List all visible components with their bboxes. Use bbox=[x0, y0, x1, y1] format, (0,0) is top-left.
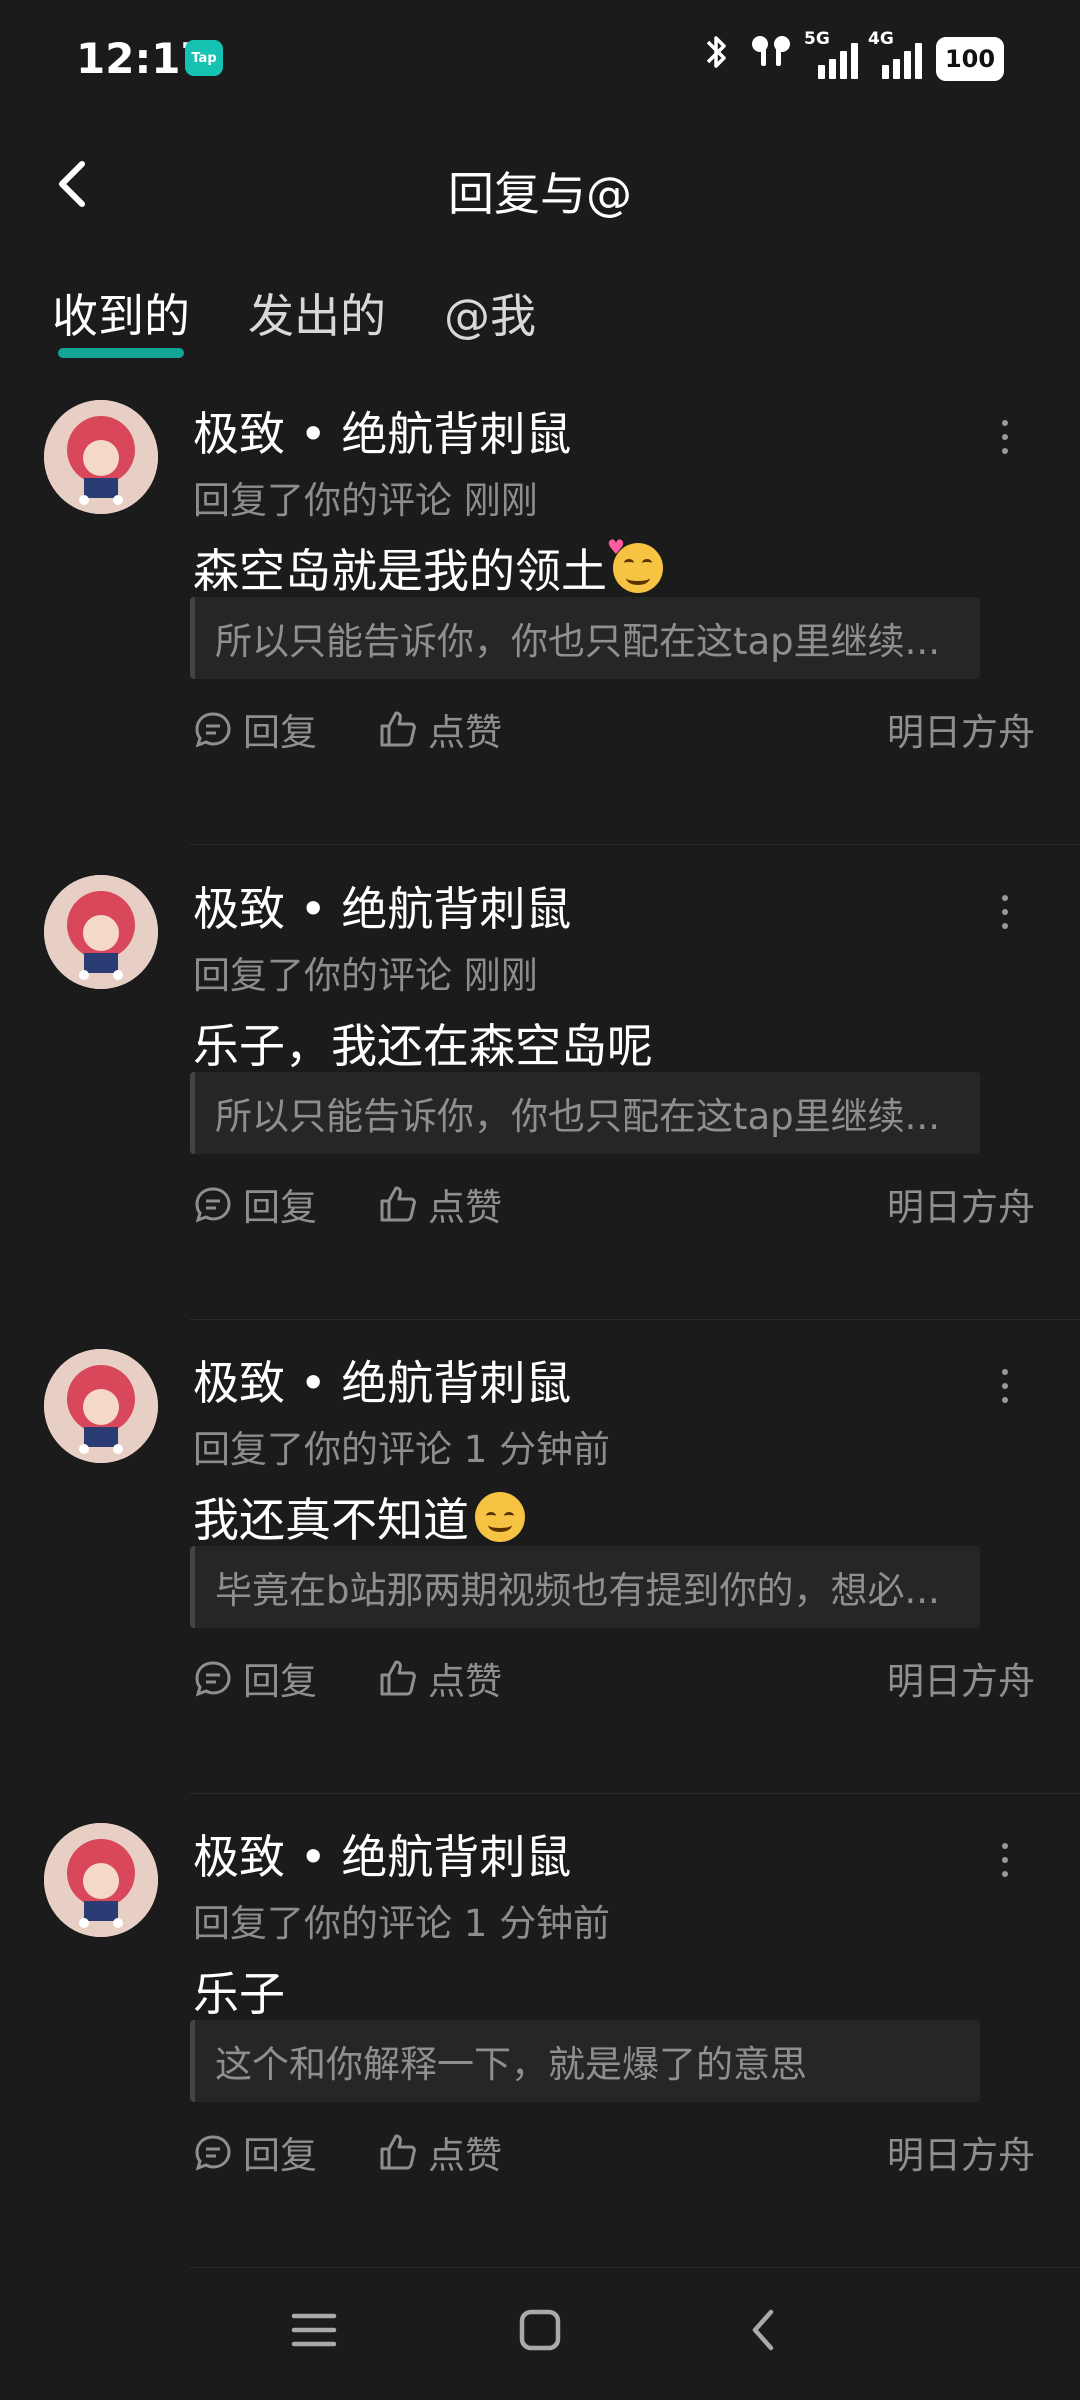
battery-icon: 100 bbox=[936, 37, 1004, 81]
like-button[interactable]: 点赞 bbox=[378, 1651, 502, 1705]
like-button[interactable]: 点赞 bbox=[378, 2125, 502, 2179]
action-row: 回复 点赞 明日方舟 bbox=[193, 1639, 1035, 1709]
username[interactable]: 极致 • 绝航背刺鼠 bbox=[193, 398, 571, 464]
action-row: 回复 点赞 明日方舟 bbox=[193, 2113, 1035, 2183]
menu-icon[interactable] bbox=[284, 2300, 344, 2360]
reply-meta: 回复了你的评论 刚刚 bbox=[193, 954, 538, 997]
tab-sent[interactable]: 发出的 bbox=[248, 280, 386, 350]
signal-5g-icon: 5G bbox=[804, 29, 858, 79]
like-button[interactable]: 点赞 bbox=[378, 1177, 502, 1231]
quoted-comment[interactable]: 毕竟在b站那两期视频也有提到你的，想必... bbox=[190, 1546, 980, 1628]
thumbs-up-icon bbox=[380, 711, 416, 747]
savoring-face-emoji: ♥ bbox=[607, 535, 663, 593]
more-vertical-icon[interactable] bbox=[995, 895, 1015, 935]
reply-button[interactable]: 回复 bbox=[193, 1177, 317, 1231]
like-button[interactable]: 点赞 bbox=[378, 702, 502, 756]
more-vertical-icon[interactable] bbox=[995, 1843, 1015, 1883]
back-chevron-icon[interactable] bbox=[735, 2300, 795, 2360]
system-navigation-bar bbox=[0, 2260, 1080, 2400]
username[interactable]: 极致 • 绝航背刺鼠 bbox=[193, 873, 571, 939]
tab-received[interactable]: 收到的 bbox=[52, 280, 190, 358]
active-tab-indicator bbox=[58, 348, 184, 358]
username[interactable]: 极致 • 绝航背刺鼠 bbox=[193, 1821, 571, 1887]
avatar[interactable] bbox=[44, 1823, 158, 1937]
status-bar: 12:17 Tap 5G 4G 100 bbox=[0, 0, 1080, 118]
reply-button[interactable]: 回复 bbox=[193, 1651, 317, 1705]
reply-meta: 回复了你的评论 刚刚 bbox=[193, 479, 538, 522]
smirking-face-emoji bbox=[475, 1492, 525, 1542]
quoted-comment[interactable]: 所以只能告诉你，你也只配在这tap里继续... bbox=[190, 1072, 980, 1154]
tab-mentions[interactable]: @我 bbox=[444, 280, 536, 350]
game-source[interactable]: 明日方舟 bbox=[887, 1651, 1035, 1705]
comment-content[interactable]: 乐子，我还在森空岛呢 bbox=[193, 1010, 653, 1076]
notification-item[interactable]: 极致 • 绝航背刺鼠 回复了你的评论 刚刚 森空岛就是我的领土 ♥ 所以只能告诉… bbox=[0, 370, 1080, 845]
quoted-comment[interactable]: 这个和你解释一下，就是爆了的意思 bbox=[190, 2020, 980, 2102]
reply-button[interactable]: 回复 bbox=[193, 2125, 317, 2179]
comment-icon bbox=[195, 1661, 231, 1697]
avatar[interactable] bbox=[44, 1349, 158, 1463]
home-square-icon[interactable] bbox=[510, 2300, 570, 2360]
game-source[interactable]: 明日方舟 bbox=[887, 702, 1035, 756]
comment-icon bbox=[195, 712, 231, 748]
bluetooth-icon bbox=[700, 32, 734, 86]
signal-4g-icon: 4G bbox=[868, 29, 922, 79]
comment-icon bbox=[195, 1187, 231, 1223]
page-title: 回复与@ bbox=[448, 167, 632, 221]
action-row: 回复 点赞 明日方舟 bbox=[193, 690, 1035, 760]
action-row: 回复 点赞 明日方舟 bbox=[193, 1165, 1035, 1235]
earbuds-icon bbox=[748, 32, 794, 86]
header: 回复与@ bbox=[0, 140, 1080, 230]
more-vertical-icon[interactable] bbox=[995, 420, 1015, 460]
comment-content[interactable]: 乐子 bbox=[193, 1958, 285, 2024]
quoted-comment[interactable]: 所以只能告诉你，你也只配在这tap里继续... bbox=[190, 597, 980, 679]
notification-item[interactable]: 极致 • 绝航背刺鼠 回复了你的评论 1 分钟前 乐子 这个和你解释一下，就是爆… bbox=[0, 1793, 1080, 2268]
comment-content[interactable]: 我还真不知道 bbox=[193, 1484, 525, 1550]
avatar[interactable] bbox=[44, 875, 158, 989]
thumbs-up-icon bbox=[380, 2134, 416, 2170]
comment-content[interactable]: 森空岛就是我的领土 ♥ bbox=[193, 535, 663, 601]
reply-meta: 回复了你的评论 1 分钟前 bbox=[193, 1902, 611, 1945]
more-vertical-icon[interactable] bbox=[995, 1369, 1015, 1409]
reply-meta: 回复了你的评论 1 分钟前 bbox=[193, 1428, 611, 1471]
avatar[interactable] bbox=[44, 400, 158, 514]
game-source[interactable]: 明日方舟 bbox=[887, 2125, 1035, 2179]
comment-icon bbox=[195, 2135, 231, 2171]
notification-item[interactable]: 极致 • 绝航背刺鼠 回复了你的评论 1 分钟前 我还真不知道 毕竟在b站那两期… bbox=[0, 1319, 1080, 1794]
thumbs-up-icon bbox=[380, 1660, 416, 1696]
notification-item[interactable]: 极致 • 绝航背刺鼠 回复了你的评论 刚刚 乐子，我还在森空岛呢 所以只能告诉你… bbox=[0, 845, 1080, 1320]
thumbs-up-icon bbox=[380, 1186, 416, 1222]
status-icons: 5G 4G 100 bbox=[700, 29, 1004, 86]
reply-button[interactable]: 回复 bbox=[193, 702, 317, 756]
tap-app-icon: Tap bbox=[185, 40, 223, 76]
game-source[interactable]: 明日方舟 bbox=[887, 1177, 1035, 1231]
tab-bar: 收到的 发出的 @我 bbox=[52, 280, 536, 358]
username[interactable]: 极致 • 绝航背刺鼠 bbox=[193, 1347, 571, 1413]
